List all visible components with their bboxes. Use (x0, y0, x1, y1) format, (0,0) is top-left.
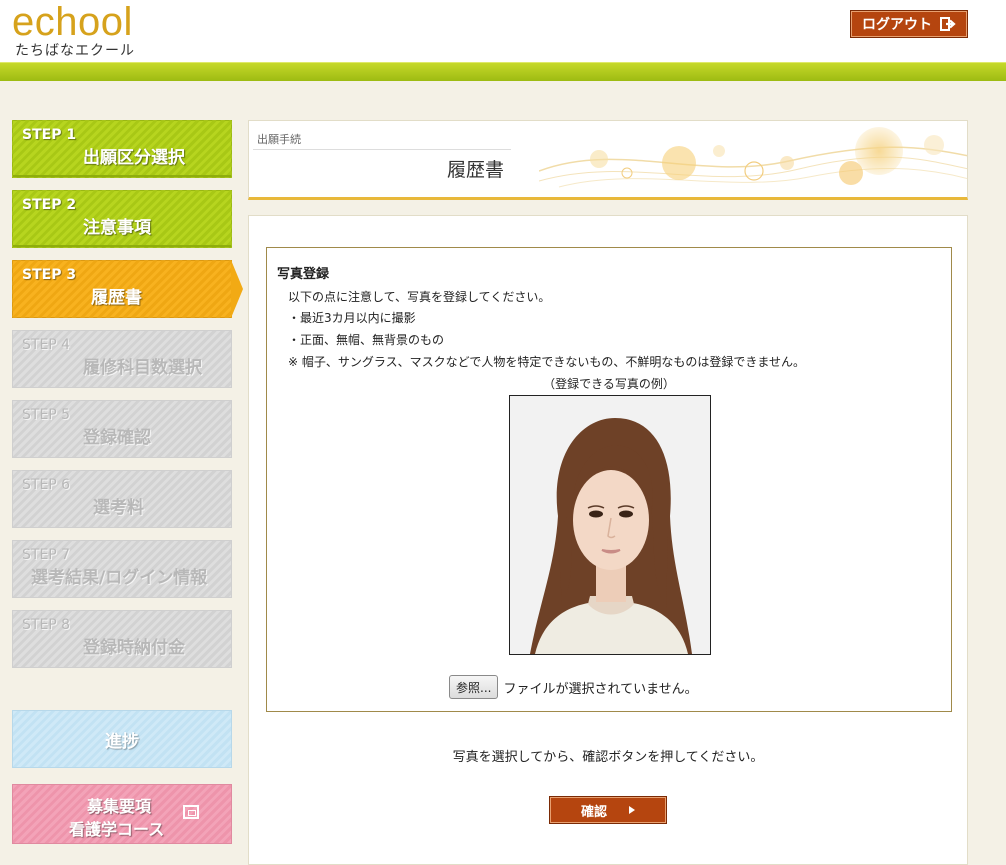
step-4: STEP 4 履修科目数選択 (12, 330, 232, 388)
confirm-label: 確認 (580, 804, 607, 820)
logo-subtext: たちばなエクール (15, 43, 135, 59)
recruit-label-line2: 看護学コース (69, 820, 165, 839)
breadcrumb: 出願手続 (257, 133, 301, 146)
page-title: 履歴書 (447, 159, 505, 181)
logo-text: echool (12, 0, 133, 44)
logo[interactable]: echool たちばなエクール (12, 2, 135, 60)
new-window-icon (183, 805, 199, 819)
step-title: 登録時納付金 (83, 638, 185, 658)
instruction-text: 写真を選択してから、確認ボタンを押してください。 (452, 750, 764, 765)
step-number: STEP 4 (22, 337, 71, 353)
step-number: STEP 8 (22, 617, 71, 633)
rule-text: ・最近3カ月以内に撮影 (288, 311, 416, 325)
step-title: 選考結果/ログイン情報 (31, 568, 208, 588)
step-title: 出願区分選択 (83, 148, 185, 168)
example-label: （登録できる写真の例） (543, 377, 675, 391)
logout-icon (940, 17, 956, 31)
progress-button[interactable]: 進捗 (12, 710, 232, 768)
portrait-illustration (510, 396, 710, 654)
step-5: STEP 5 登録確認 (12, 400, 232, 458)
step-number: STEP 3 (22, 267, 77, 283)
rule-text: ・正面、無帽、無背景のもの (288, 333, 445, 347)
step-number: STEP 5 (22, 407, 71, 423)
logout-button[interactable]: ログアウト (850, 10, 968, 38)
header-band (0, 62, 1006, 81)
file-input-row: 参照... ファイルが選択されていません。 (449, 675, 698, 699)
photo-registration-section: 写真登録 以下の点に注意して、写真を登録してください。 ・最近3カ月以内に撮影 … (266, 247, 952, 712)
warning-text: ※ 帽子、サングラス、マスクなどで人物を特定できないもの、不鮮明なものは登録でき… (288, 355, 806, 369)
step-2[interactable]: STEP 2 注意事項 (12, 190, 232, 248)
file-status: ファイルが選択されていません。 (503, 681, 698, 697)
intro-text: 以下の点に注意して、写真を登録してください。 (288, 290, 551, 304)
page-header: 出願手続 履歴書 (248, 120, 968, 200)
step-title: 履歴書 (91, 288, 142, 308)
step-6: STEP 6 選考料 (12, 470, 232, 528)
step-8: STEP 8 登録時納付金 (12, 610, 232, 668)
step-3[interactable]: STEP 3 履歴書 (12, 260, 243, 318)
step-7: STEP 7 選考結果/ログイン情報 (12, 540, 232, 598)
step-number: STEP 1 (22, 127, 77, 143)
example-photo (509, 395, 711, 655)
recruit-label-line1: 募集要項 (87, 797, 152, 816)
logout-label: ログアウト (862, 17, 932, 33)
step-title: 履修科目数選択 (83, 358, 202, 378)
step-number: STEP 2 (22, 197, 77, 213)
step-title: 選考料 (93, 498, 144, 518)
main-panel: 写真登録 以下の点に注意して、写真を登録してください。 ・最近3カ月以内に撮影 … (248, 215, 968, 865)
progress-label: 進捗 (105, 731, 139, 752)
browse-button[interactable]: 参照... (449, 675, 499, 699)
step-1[interactable]: STEP 1 出願区分選択 (12, 120, 232, 178)
header: echool たちばなエクール ログアウト (0, 0, 1006, 62)
step-number: STEP 7 (22, 547, 71, 563)
step-title: 注意事項 (83, 218, 151, 238)
recruitment-guide-button[interactable]: 募集要項 看護学コース (12, 784, 232, 844)
step-title: 登録確認 (83, 428, 151, 448)
divider (253, 149, 511, 150)
decorative-bubbles-icon (539, 127, 967, 188)
step-number: STEP 6 (22, 477, 71, 493)
section-title: 写真登録 (277, 267, 330, 282)
arrow-right-icon (629, 806, 635, 814)
confirm-button[interactable]: 確認 (549, 796, 667, 824)
